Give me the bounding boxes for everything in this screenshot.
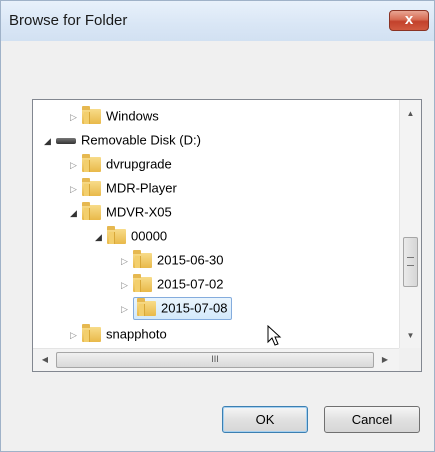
collapse-arrow-icon[interactable]: ◢ — [44, 129, 56, 153]
vertical-scroll-thumb[interactable] — [403, 237, 418, 287]
tree-item-label: MDVR-X05 — [106, 204, 172, 220]
mouse-cursor-icon — [267, 325, 282, 346]
tree-item-label: 00000 — [131, 228, 168, 244]
tree-item-label: dvrupgrade — [106, 156, 172, 172]
tree-item-2015-06-30[interactable]: ▷ 2015-06-30 — [121, 248, 224, 272]
folder-icon — [82, 324, 101, 343]
expand-arrow-icon[interactable]: ▷ — [121, 249, 133, 273]
scroll-down-arrow-icon[interactable]: ▼ — [400, 326, 421, 346]
vertical-scrollbar[interactable]: ▲ ▼ — [399, 100, 421, 348]
selection-highlight: 2015-07-08 — [133, 297, 232, 320]
tree-item-label: 2015-07-02 — [157, 276, 224, 292]
folder-icon — [133, 250, 152, 269]
tree-item-snapphoto[interactable]: ▷ snapphoto — [70, 322, 167, 346]
tree-item-windows[interactable]: ▷ Windows — [70, 104, 159, 128]
cancel-button[interactable]: Cancel — [324, 406, 420, 433]
expand-arrow-icon[interactable]: ▷ — [70, 177, 82, 201]
tree-item-mdvr-x05[interactable]: ◢ MDVR-X05 — [70, 200, 172, 224]
dialog-title: Browse for Folder — [9, 12, 128, 29]
tree-item-label: Removable Disk (D:) — [81, 132, 201, 148]
close-icon: x — [404, 11, 414, 28]
folder-icon — [82, 154, 101, 173]
horizontal-scroll-thumb[interactable]: III — [56, 352, 374, 368]
tree-item-label: MDR-Player — [106, 180, 177, 196]
title-bar[interactable]: Browse for Folder x — [1, 1, 434, 41]
expand-arrow-icon[interactable]: ▷ — [121, 297, 133, 321]
tree-item-label: 2015-07-08 — [161, 300, 228, 316]
tree-item-2015-07-08[interactable]: ▷ 2015-07-08 — [121, 296, 232, 320]
tree-item-00000[interactable]: ◢ 00000 — [95, 224, 167, 248]
scroll-right-arrow-icon[interactable]: ▶ — [375, 349, 395, 371]
tree-item-dvrupgrade[interactable]: ▷ dvrupgrade — [70, 152, 172, 176]
ok-button[interactable]: OK — [222, 406, 308, 433]
tree-item-mdr-player[interactable]: ▷ MDR-Player — [70, 176, 177, 200]
collapse-arrow-icon[interactable]: ◢ — [95, 225, 107, 249]
scrollbar-corner — [399, 348, 421, 371]
expand-arrow-icon[interactable]: ▷ — [70, 105, 82, 129]
folder-icon — [137, 298, 156, 317]
horizontal-scrollbar[interactable]: ◀ III ▶ — [33, 348, 399, 371]
scroll-left-arrow-icon[interactable]: ◀ — [35, 349, 55, 371]
drive-icon — [56, 137, 76, 144]
tree-rows: ▷ Windows ◢ Removable Disk (D:) ▷ dvrupgrad… — [33, 100, 399, 348]
scroll-up-arrow-icon[interactable]: ▲ — [400, 104, 421, 124]
scroll-grip-icon: III — [211, 354, 219, 364]
folder-icon — [107, 226, 126, 245]
tree-item-label: snapphoto — [106, 326, 167, 342]
close-button[interactable]: x — [389, 10, 429, 31]
tree-item-label: Windows — [106, 108, 159, 124]
expand-arrow-icon[interactable]: ▷ — [121, 273, 133, 297]
folder-tree[interactable]: ▷ Windows ◢ Removable Disk (D:) ▷ dvrupgrad… — [32, 99, 422, 372]
folder-icon — [133, 274, 152, 293]
expand-arrow-icon[interactable]: ▷ — [70, 323, 82, 347]
tree-item-2015-07-02[interactable]: ▷ 2015-07-02 — [121, 272, 224, 296]
folder-icon — [82, 202, 101, 221]
folder-icon — [82, 106, 101, 125]
tree-item-label: 2015-06-30 — [157, 252, 224, 268]
browse-for-folder-dialog: Browse for Folder x ▷ Windows ◢ Removable … — [0, 0, 435, 452]
expand-arrow-icon[interactable]: ▷ — [70, 153, 82, 177]
tree-item-removable-disk[interactable]: ◢ Removable Disk (D:) — [44, 128, 201, 152]
collapse-arrow-icon[interactable]: ◢ — [70, 201, 82, 225]
folder-icon — [82, 178, 101, 197]
